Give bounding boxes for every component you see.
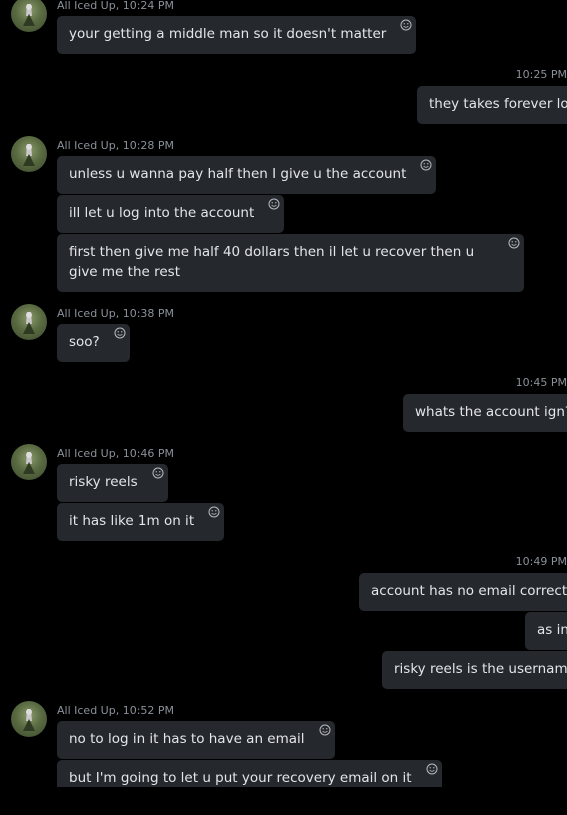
add-reaction-smiley-icon[interactable] [400, 19, 412, 31]
sender-avatar[interactable] [11, 304, 47, 340]
message-bubble-outgoing[interactable]: risky reels is the username [382, 651, 567, 689]
sender-avatar[interactable] [11, 136, 47, 172]
message-time: 10:49 PM [515, 555, 567, 568]
message-text: it has like 1m on it [69, 513, 195, 529]
message-text: unless u wanna pay half then I give u th… [69, 166, 407, 182]
message-bubble-outgoing[interactable]: whats the account ign? [403, 394, 567, 432]
add-reaction-smiley-icon[interactable] [426, 763, 438, 775]
message-bubble-incoming[interactable]: ill let u log into the account [57, 195, 285, 233]
message-time: 10:45 PM [515, 376, 567, 389]
message-text: first then give me half 40 dollars then … [69, 244, 475, 280]
message-meta: All Iced Up, 10:28 PM [57, 139, 175, 152]
message-meta: All Iced Up, 10:38 PM [57, 307, 175, 320]
message-meta: All Iced Up, 10:46 PM [57, 447, 175, 460]
add-reaction-smiley-icon[interactable] [508, 237, 520, 249]
message-text: whats the account ign? [415, 404, 567, 420]
message-meta: All Iced Up, 10:24 PM [57, 0, 175, 12]
message-time: 10:25 PM [515, 68, 567, 81]
message-bubble-incoming[interactable]: but I'm going to let u put your recovery… [57, 760, 442, 787]
message-bubble-incoming[interactable]: it has like 1m on it [57, 503, 225, 541]
message-meta: All Iced Up, 10:52 PM [57, 704, 175, 717]
add-reaction-smiley-icon[interactable] [152, 467, 164, 479]
message-bubble-outgoing[interactable]: account has no email correct? [359, 573, 567, 611]
add-reaction-smiley-icon[interactable] [268, 198, 280, 210]
sender-avatar[interactable] [11, 701, 47, 737]
add-reaction-smiley-icon[interactable] [319, 724, 331, 736]
message-bubble-outgoing[interactable]: as in [525, 612, 567, 650]
message-bubble-incoming[interactable]: first then give me half 40 dollars then … [57, 234, 524, 292]
message-bubble-incoming[interactable]: no to log in it has to have an email [57, 721, 335, 759]
message-text: soo? [69, 334, 100, 350]
add-reaction-smiley-icon[interactable] [208, 506, 220, 518]
message-text: no to log in it has to have an email [69, 731, 305, 747]
message-text: account has no email correct? [371, 583, 567, 599]
chat-message-list: All Iced Up, 10:24 PM your getting a mid… [0, 0, 567, 787]
message-text: but I'm going to let u put your recovery… [69, 770, 412, 786]
add-reaction-smiley-icon[interactable] [420, 159, 432, 171]
message-text: risky reels is the username [394, 661, 567, 677]
message-bubble-outgoing[interactable]: they takes forever lol [417, 86, 567, 124]
message-text: ill let u log into the account [69, 205, 255, 221]
message-text: risky reels [69, 474, 138, 490]
message-bubble-incoming[interactable]: unless u wanna pay half then I give u th… [57, 156, 437, 194]
add-reaction-smiley-icon[interactable] [114, 327, 126, 339]
message-text: your getting a middle man so it doesn't … [69, 26, 387, 42]
message-text: as in [537, 622, 567, 638]
sender-avatar[interactable] [11, 444, 47, 480]
message-bubble-incoming[interactable]: risky reels [57, 464, 168, 502]
message-text: they takes forever lol [429, 96, 567, 112]
message-bubble-incoming[interactable]: your getting a middle man so it doesn't … [57, 16, 417, 54]
sender-avatar[interactable] [11, 0, 47, 32]
message-bubble-incoming[interactable]: soo? [57, 324, 130, 362]
